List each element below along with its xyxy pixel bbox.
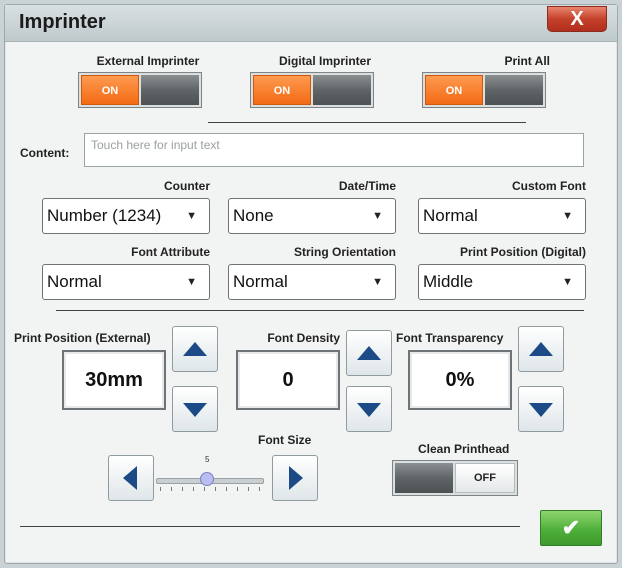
- font-density-up-button[interactable]: [346, 330, 392, 376]
- font-density-value: 0: [236, 350, 340, 410]
- divider: [208, 122, 526, 123]
- font-attribute-label: Font Attribute: [131, 245, 210, 259]
- toggle-on-state: ON: [253, 75, 311, 105]
- print-all-toggle[interactable]: ON: [422, 72, 546, 108]
- font-attribute-value: Normal: [47, 272, 102, 291]
- divider: [56, 310, 584, 311]
- font-transparency-down-button[interactable]: [518, 386, 564, 432]
- datetime-select[interactable]: None ▼: [228, 198, 396, 234]
- title-bar: Imprinter X: [5, 5, 617, 42]
- external-imprinter-toggle[interactable]: ON: [78, 72, 202, 108]
- font-size-slider-thumb[interactable]: [200, 472, 214, 486]
- triangle-right-icon: [289, 466, 303, 490]
- dropdown-arrow-icon: ▼: [372, 210, 383, 222]
- checkmark-icon: ✔: [561, 515, 581, 540]
- ok-button[interactable]: ✔: [540, 510, 602, 546]
- datetime-label: Date/Time: [338, 179, 396, 193]
- print-position-digital-select[interactable]: Middle ▼: [418, 264, 586, 300]
- font-transparency-up-button[interactable]: [518, 326, 564, 372]
- close-button[interactable]: X: [547, 6, 607, 32]
- digital-imprinter-label: Digital Imprinter: [278, 54, 371, 68]
- window-title: Imprinter: [19, 11, 106, 33]
- divider: [20, 526, 520, 527]
- font-size-decrease-button[interactable]: [108, 455, 154, 501]
- dropdown-arrow-icon: ▼: [186, 276, 197, 288]
- triangle-up-icon: [357, 346, 381, 360]
- digital-imprinter-toggle[interactable]: ON: [250, 72, 374, 108]
- font-size-label: Font Size: [258, 433, 312, 447]
- font-transparency-label: Font Transparency: [396, 331, 504, 345]
- slider-ticks: [160, 487, 260, 491]
- counter-label: Counter: [164, 179, 210, 193]
- string-orientation-label: String Orientation: [294, 245, 396, 259]
- toggle-on-part: [395, 463, 453, 493]
- custom-font-value: Normal: [423, 206, 478, 225]
- dropdown-arrow-icon: ▼: [562, 210, 573, 222]
- clean-printhead-label: Clean Printhead: [418, 442, 510, 456]
- print-position-external-up-button[interactable]: [172, 326, 218, 372]
- toggle-off-part: [313, 75, 371, 105]
- font-transparency-value: 0%: [408, 350, 512, 410]
- triangle-down-icon: [529, 403, 553, 417]
- string-orientation-select[interactable]: Normal ▼: [228, 264, 396, 300]
- counter-select[interactable]: Number (1234) ▼: [42, 198, 210, 234]
- dropdown-arrow-icon: ▼: [562, 276, 573, 288]
- print-position-external-down-button[interactable]: [172, 386, 218, 432]
- toggle-off-part: [141, 75, 199, 105]
- counter-value: Number (1234): [47, 206, 162, 225]
- string-orientation-value: Normal: [233, 272, 288, 291]
- font-density-label: Font Density: [267, 331, 340, 345]
- toggle-off-part: [485, 75, 543, 105]
- font-attribute-select[interactable]: Normal ▼: [42, 264, 210, 300]
- triangle-up-icon: [183, 342, 207, 356]
- content-input[interactable]: Touch here for input text: [84, 133, 584, 167]
- triangle-left-icon: [123, 466, 137, 490]
- dropdown-arrow-icon: ▼: [186, 210, 197, 222]
- custom-font-label: Custom Font: [512, 179, 586, 193]
- print-position-digital-label: Print Position (Digital): [460, 245, 586, 259]
- font-size-increase-button[interactable]: [272, 455, 318, 501]
- triangle-down-icon: [357, 403, 381, 417]
- print-position-external-value: 30mm: [62, 350, 166, 410]
- custom-font-select[interactable]: Normal ▼: [418, 198, 586, 234]
- datetime-value: None: [233, 206, 274, 225]
- font-size-value: 5: [205, 455, 210, 464]
- content-label: Content:: [20, 146, 70, 160]
- font-density-down-button[interactable]: [346, 386, 392, 432]
- print-position-external-label: Print Position (External): [14, 331, 151, 345]
- toggle-on-state: ON: [81, 75, 139, 105]
- print-position-digital-value: Middle: [423, 272, 474, 291]
- dropdown-arrow-icon: ▼: [372, 276, 383, 288]
- toggle-off-state: OFF: [455, 463, 515, 493]
- toggle-on-state: ON: [425, 75, 483, 105]
- clean-printhead-toggle[interactable]: OFF: [392, 460, 518, 496]
- external-imprinter-label: External Imprinter: [96, 54, 200, 68]
- triangle-up-icon: [529, 342, 553, 356]
- triangle-down-icon: [183, 403, 207, 417]
- print-all-label: Print All: [504, 54, 550, 68]
